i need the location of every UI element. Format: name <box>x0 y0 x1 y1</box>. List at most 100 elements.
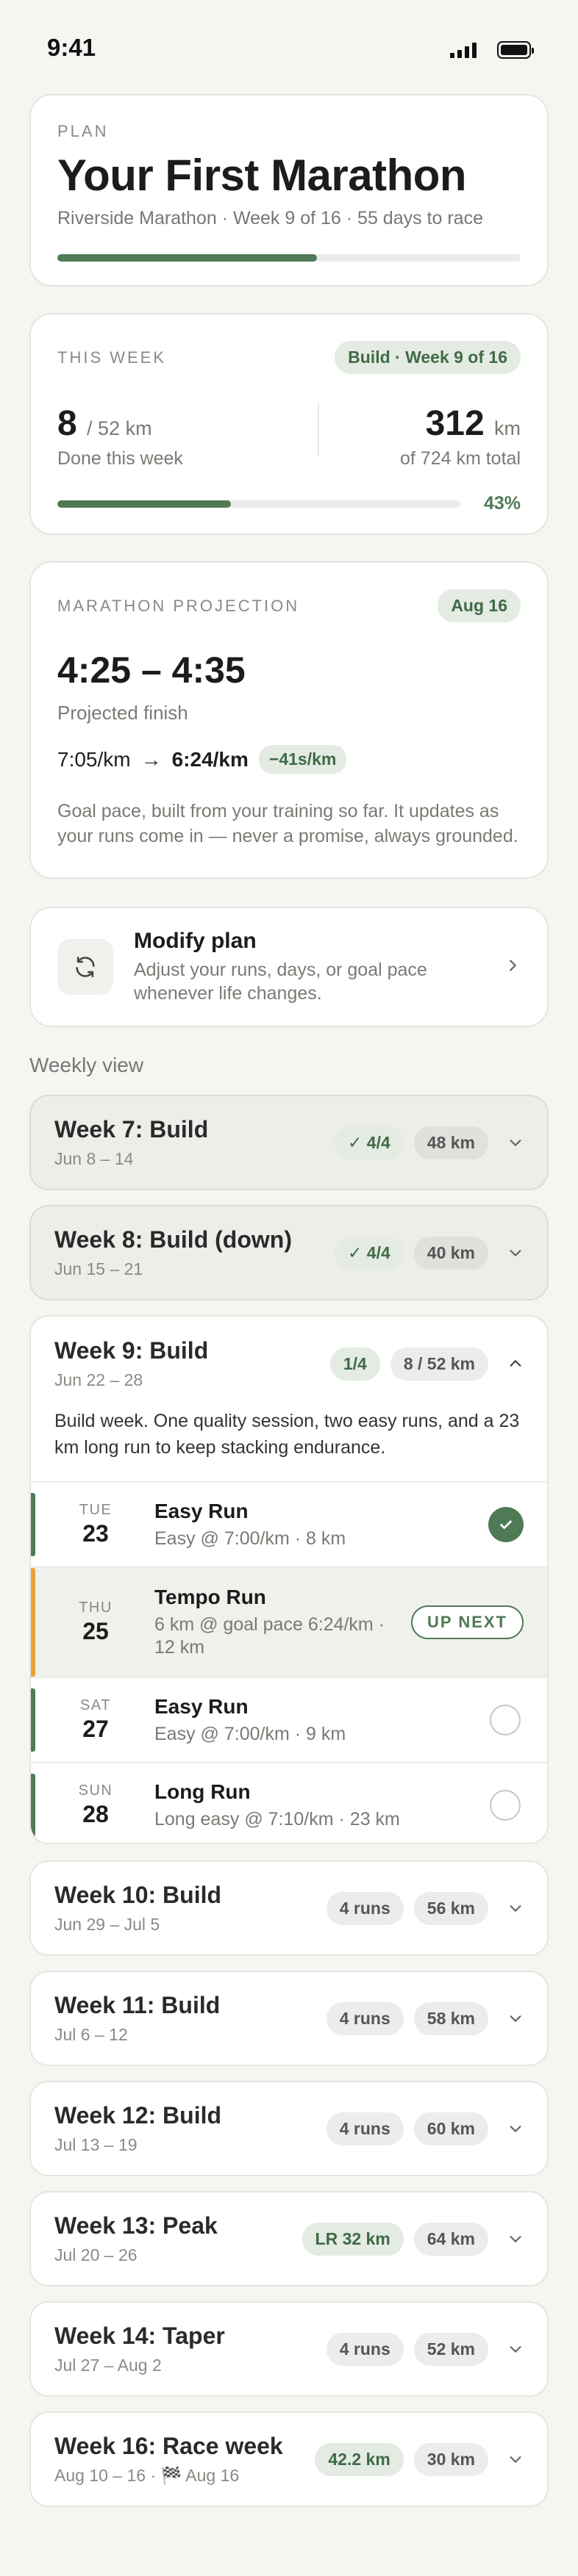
week-title: Week 13: Peak <box>54 2212 218 2239</box>
modify-plan-title: Modify plan <box>134 929 257 953</box>
chevron-down-icon <box>507 1900 524 1916</box>
week-title: Week 9: Build <box>54 1337 209 1364</box>
run-day: 25 <box>82 1618 109 1644</box>
week-title: Week 7: Build <box>54 1116 209 1143</box>
plan-title: Your First Marathon <box>57 151 467 200</box>
week-title: Week 11: Build <box>54 1992 221 2018</box>
week-km-badge: 30 km <box>413 2442 488 2476</box>
week-percent: 43% <box>483 493 521 514</box>
total-label: of 724 km total <box>400 448 521 469</box>
week-row-11[interactable]: Week 11: Build Jul 6 – 12 4 runs 58 km <box>29 1971 549 2066</box>
run-day: 27 <box>82 1716 109 1742</box>
plan-card: PLAN Your First Marathon Riverside Marat… <box>29 94 549 287</box>
incomplete-circle-icon[interactable] <box>490 1790 521 1821</box>
race-distance-badge: 42.2 km <box>315 2442 404 2476</box>
run-row-sun[interactable]: SUN 28 Long Run Long easy @ 7:10/km · 23… <box>31 1762 547 1843</box>
week-row-7[interactable]: Week 7: Build Jun 8 – 14 ✓ 4/4 48 km <box>29 1095 549 1190</box>
week-9-header[interactable]: Week 9: Build Jun 22 – 28 1/4 8 / 52 km <box>31 1317 547 1390</box>
week-dates: Jul 27 – Aug 2 <box>54 2356 162 2375</box>
week-runs-badge: 4 runs <box>326 1891 404 1925</box>
total-stat: 312 km of 724 km total <box>400 403 521 469</box>
week-runs-badge: 4 runs <box>326 2001 404 2035</box>
week-row-14[interactable]: Week 14: Taper Jul 27 – Aug 2 4 runs 52 … <box>29 2301 549 2397</box>
week-km-badge: 48 km <box>413 1126 488 1159</box>
signal-icon <box>450 42 477 58</box>
checkmark-icon[interactable] <box>488 1507 524 1542</box>
week-row-12[interactable]: Week 12: Build Jul 13 – 19 4 runs 60 km <box>29 2081 549 2176</box>
chevron-down-icon <box>507 2120 524 2137</box>
run-dow: SAT <box>80 1697 111 1713</box>
run-indicator <box>31 1774 35 1837</box>
run-detail: 6 km @ goal pace 6:24/km · 12 km <box>154 1614 385 1658</box>
pace-from: 7:05/km <box>57 747 131 771</box>
plan-subtitle: Riverside Marathon · Week 9 of 16 · 55 d… <box>57 208 483 229</box>
week-title: Week 10: Build <box>54 1882 222 1908</box>
run-row-thu[interactable]: THU 25 Tempo Run 6 km @ goal pace 6:24/k… <box>31 1566 547 1677</box>
week-row-10[interactable]: Week 10: Build Jun 29 – Jul 5 4 runs 56 … <box>29 1860 549 1956</box>
week-title: Week 16: Race week <box>54 2433 283 2459</box>
week-km-badge: 52 km <box>413 2332 488 2366</box>
week-dates: Jun 15 – 21 <box>54 1259 143 1278</box>
week-row-16[interactable]: Week 16: Race week Aug 10 – 16 · 🏁 Aug 1… <box>29 2411 549 2507</box>
weekly-view-label: Weekly view <box>29 1054 144 1076</box>
run-row-sat[interactable]: SAT 27 Easy Run Easy @ 7:00/km · 9 km <box>31 1677 547 1762</box>
week-row-13[interactable]: Week 13: Peak Jul 20 – 26 LR 32 km 64 km <box>29 2191 549 2287</box>
modify-plan-button[interactable]: Modify plan Adjust your runs, days, or g… <box>29 907 549 1027</box>
week-progress-bar <box>57 500 460 508</box>
status-bar: 9:41 <box>0 0 578 103</box>
run-detail: Easy @ 7:00/km · 9 km <box>154 1723 346 1744</box>
plan-eyebrow: PLAN <box>57 122 109 140</box>
projection-note: Goal pace, built from your training so f… <box>57 801 518 846</box>
week-long-run-badge: LR 32 km <box>302 2222 404 2256</box>
this-week-eyebrow: THIS WEEK <box>57 348 167 367</box>
week-dates: Jul 6 – 12 <box>54 2025 128 2044</box>
projected-range: 4:25 – 4:35 <box>57 650 246 691</box>
run-detail: Long easy @ 7:10/km · 23 km <box>154 1808 400 1830</box>
chevron-right-icon <box>504 957 521 977</box>
done-total: / 52 km <box>87 417 152 439</box>
run-name: Long Run <box>154 1780 251 1803</box>
arrow-right-icon: → <box>140 747 162 771</box>
race-date-badge: Aug 16 <box>438 589 521 622</box>
week-runs-badge: 4 runs <box>326 2112 404 2145</box>
week-runs-badge: 1/4 <box>329 1347 380 1381</box>
chevron-down-icon <box>507 2010 524 2026</box>
week-row-8[interactable]: Week 8: Build (down) Jun 15 – 21 ✓ 4/4 4… <box>29 1205 549 1300</box>
week-runs-badge: 4 runs <box>326 2332 404 2366</box>
week-km-badge: 40 km <box>413 1236 488 1270</box>
week-title: Week 14: Taper <box>54 2323 225 2349</box>
run-indicator <box>31 1688 35 1752</box>
battery-icon <box>497 41 534 59</box>
week-km-badge: 60 km <box>413 2112 488 2145</box>
pace-to: 6:24/km <box>171 747 249 771</box>
incomplete-circle-icon[interactable] <box>490 1705 521 1735</box>
week-km-badge: 56 km <box>413 1891 488 1925</box>
chevron-down-icon <box>507 2231 524 2247</box>
run-row-tue[interactable]: TUE 23 Easy Run Easy @ 7:00/km · 8 km <box>31 1481 547 1566</box>
week-dates: Jul 13 – 19 <box>54 2135 138 2154</box>
week-dates: Jul 20 – 26 <box>54 2245 138 2264</box>
run-detail: Easy @ 7:00/km · 8 km <box>154 1528 346 1549</box>
total-unit: km <box>494 417 521 439</box>
run-dow: THU <box>79 1600 113 1616</box>
week-dates: Jun 22 – 28 <box>54 1370 143 1389</box>
total-value: 312 <box>425 404 485 443</box>
week-km-badge: 8 / 52 km <box>390 1347 488 1381</box>
status-time: 9:41 <box>47 34 96 61</box>
pace-row: 7:05/km → 6:24/km −41s/km <box>57 745 521 774</box>
run-dow: SUN <box>78 1782 113 1799</box>
run-name: Easy Run <box>154 1499 249 1522</box>
chevron-down-icon <box>507 1245 524 1261</box>
this-week-badge: Build · Week 9 of 16 <box>335 341 521 374</box>
projected-label: Projected finish <box>57 702 188 724</box>
chevron-down-icon <box>507 2451 524 2467</box>
run-day: 23 <box>82 1520 109 1547</box>
done-label: Done this week <box>57 448 183 469</box>
week-runs-badge: ✓ 4/4 <box>335 1126 404 1159</box>
this-week-card: THIS WEEK Build · Week 9 of 16 8 / 52 km… <box>29 313 549 535</box>
week-runs-badge: ✓ 4/4 <box>335 1236 404 1270</box>
chevron-down-icon <box>507 1134 524 1151</box>
up-next-badge: UP NEXT <box>411 1605 524 1639</box>
run-indicator <box>31 1568 35 1677</box>
run-indicator <box>31 1493 35 1556</box>
